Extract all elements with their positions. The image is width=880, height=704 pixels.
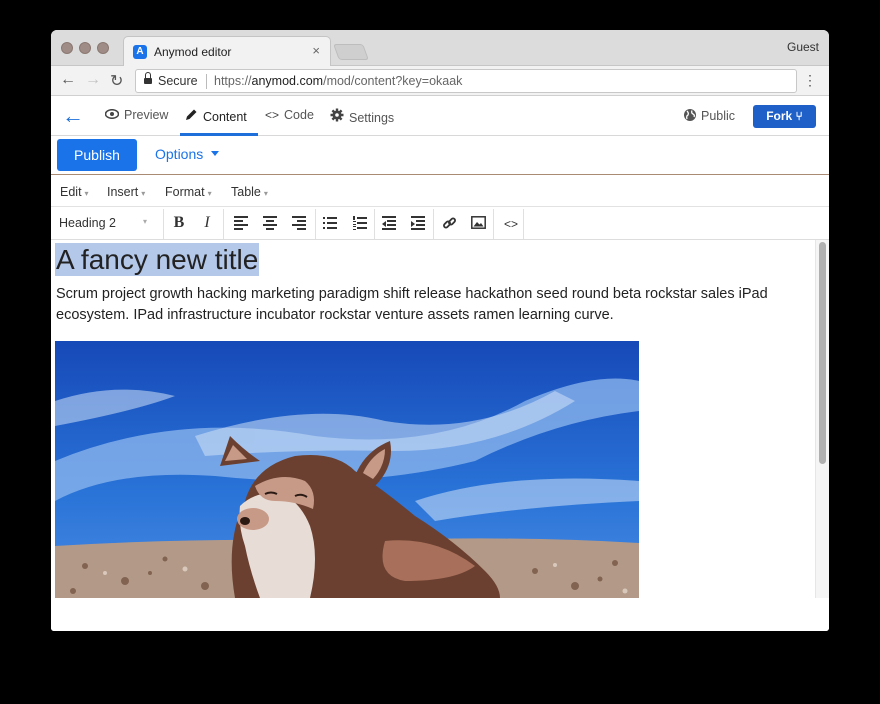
profile-label[interactable]: Guest [787,40,819,54]
outdent-icon[interactable] [382,216,396,230]
source-code-button[interactable]: <> [500,216,522,232]
forward-icon[interactable]: → [85,71,101,89]
bullet-list-icon[interactable] [323,216,337,230]
numbered-list-icon[interactable] [353,216,367,230]
browser-menu-icon[interactable]: ⋮ [803,72,817,89]
publish-button[interactable]: Publish [57,139,137,171]
public-toggle[interactable]: Public [683,108,735,125]
menu-table[interactable]: Table ▾ [231,185,268,199]
title-bar: A Anymod editor × Guest [51,30,829,67]
tab-title: Anymod editor [154,45,232,59]
eye-icon [104,108,120,122]
align-right-icon[interactable] [292,216,306,230]
code-icon: <> [265,108,280,122]
bold-button[interactable]: B [168,215,190,231]
align-center-icon[interactable] [263,216,277,230]
caret-down-icon [211,151,220,156]
back-arrow-icon[interactable]: ← [62,105,84,127]
gear-icon [330,108,344,125]
publish-bar: Publish Options [51,136,829,175]
image-icon[interactable] [471,216,486,230]
editor-toolbar: Heading 2 ▾ B I <> [51,207,829,240]
tab-settings[interactable]: Settings [330,108,394,125]
close-window-button[interactable] [61,42,73,54]
block-format-select[interactable]: Heading 2 [59,216,116,230]
back-icon[interactable]: ← [60,71,76,89]
tab-preview[interactable]: Preview [104,108,168,122]
indent-icon[interactable] [411,216,425,230]
scrollbar-thumb[interactable] [819,242,826,464]
anymod-logo-icon: A [133,45,147,59]
document-title[interactable]: A fancy new title [56,244,258,275]
menu-insert[interactable]: Insert ▾ [107,185,145,199]
tab-content[interactable]: Content [185,108,247,124]
corgi-photo[interactable] [55,341,639,598]
menu-format[interactable]: Format ▾ [165,185,212,199]
scrollbar[interactable] [815,240,829,598]
document-paragraph[interactable]: Scrum project growth hacking marketing p… [56,284,801,326]
secure-label: Secure [158,74,198,88]
reload-icon[interactable]: ↻ [110,71,123,91]
menu-edit[interactable]: Edit ▾ [60,185,89,199]
editor-statusbar [51,598,829,631]
address-bar: ← → ↻ Secure https://anymod.com/mod/cont… [51,66,829,96]
url-text: https://anymod.com/mod/content?key=okaak [214,74,463,88]
chevron-down-icon: ▾ [143,217,148,226]
pencil-icon [185,108,198,124]
tab-close-icon[interactable]: × [312,43,320,58]
url-field[interactable]: Secure https://anymod.com/mod/content?ke… [135,69,797,93]
browser-tab[interactable]: A Anymod editor × [123,36,331,67]
link-icon[interactable] [442,216,456,230]
app-nav: ← Preview Content <> Code Settings Public [51,97,829,136]
tab-code[interactable]: <> Code [265,108,314,122]
fork-button[interactable]: Fork ⑂ [753,105,816,128]
minimize-window-button[interactable] [79,42,91,54]
selection-highlight: A fancy new title [55,243,260,276]
italic-button[interactable]: I [196,215,218,231]
editor-content[interactable]: A fancy new title Scrum project growth h… [51,240,829,598]
zoom-window-button[interactable] [97,42,109,54]
globe-icon [683,108,697,125]
browser-window: A Anymod editor × Guest ← → ↻ Secure htt… [51,30,829,631]
options-dropdown[interactable]: Options [155,146,220,162]
editor-menubar: Edit ▾ Insert ▾ Format ▾ Table ▾ [51,176,829,207]
new-tab-button[interactable] [333,44,369,60]
align-left-icon[interactable] [234,216,248,230]
lock-icon [144,72,152,86]
